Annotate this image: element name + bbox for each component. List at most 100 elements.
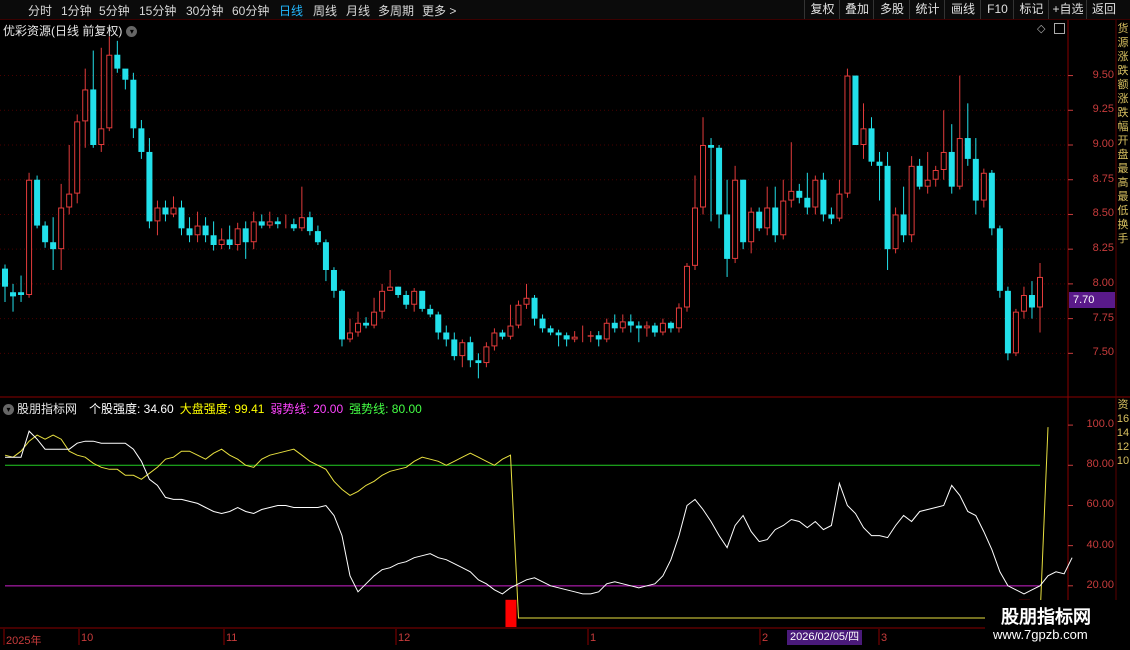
candle-body-down bbox=[242, 228, 249, 243]
candle-body-down bbox=[916, 165, 923, 187]
candle-body-down bbox=[948, 151, 955, 187]
candle-body-up bbox=[940, 151, 947, 170]
indicator-value: 大盘强度: 99.41 bbox=[179, 402, 265, 416]
market-strength-line bbox=[4, 427, 1049, 619]
toolbar-button[interactable]: 标记 bbox=[1013, 0, 1049, 19]
candle-body-up bbox=[1020, 295, 1027, 312]
candle-body-down bbox=[322, 242, 329, 270]
candle-body-down bbox=[475, 360, 482, 364]
toolbar-button[interactable]: 复权 bbox=[804, 0, 840, 19]
candle-body-down bbox=[467, 342, 474, 361]
indicator-name: 股朋指标网 bbox=[17, 402, 78, 416]
toolbar-button[interactable]: 返回 bbox=[1086, 0, 1121, 19]
candle-body-up bbox=[483, 346, 490, 364]
timeframe-tab[interactable]: 5分钟 bbox=[99, 2, 130, 19]
timeframe-tab[interactable]: 60分钟 bbox=[232, 2, 269, 19]
candle-body-up bbox=[603, 322, 610, 340]
watermark-title: 股朋指标网 bbox=[1001, 607, 1091, 627]
toolbar-button[interactable]: 统计 bbox=[909, 0, 945, 19]
candle-body-down bbox=[443, 332, 450, 340]
candle-body-up bbox=[66, 193, 73, 208]
date-label: 3 bbox=[881, 632, 888, 644]
timeframe-tab[interactable]: 15分钟 bbox=[139, 2, 176, 19]
candle-body-up bbox=[788, 190, 795, 201]
main-chart-title: 优彩资源(日线 前复权) ▾ bbox=[3, 22, 138, 39]
candle-body-up bbox=[675, 307, 682, 329]
candle-body-up bbox=[659, 322, 666, 333]
timeframe-tab[interactable]: 日线 bbox=[279, 2, 303, 19]
timeframe-tab[interactable]: 多周期 bbox=[378, 2, 414, 19]
candle-body-up bbox=[764, 207, 771, 229]
candle-body-up bbox=[683, 265, 690, 308]
timeframe-tab[interactable]: 月线 bbox=[346, 2, 370, 19]
price-tick-label: 7.50 bbox=[1092, 346, 1114, 359]
candle-body-up bbox=[387, 286, 394, 291]
candle-body-down bbox=[138, 128, 145, 152]
expand-icon[interactable] bbox=[1054, 23, 1065, 34]
toolbar-button[interactable]: +自选 bbox=[1048, 0, 1087, 19]
candle-body-up bbox=[371, 311, 378, 326]
toolbar-button[interactable]: 多股 bbox=[873, 0, 910, 19]
candle-body-down bbox=[651, 325, 658, 333]
candle-body-down bbox=[435, 314, 442, 333]
candle-body-down bbox=[499, 332, 506, 337]
candle-body-up bbox=[956, 138, 963, 187]
timeframe-tab[interactable]: 分时 bbox=[28, 2, 52, 19]
candle-body-up bbox=[459, 342, 466, 357]
indicator-tick-label: 100.0 bbox=[1086, 418, 1114, 431]
candle-body-up bbox=[234, 228, 241, 245]
candle-body-up bbox=[924, 179, 931, 187]
right-edge-text-top: 货 源 涨 跌 额 涨 跌 幅 开 盘 最 高 最 低 换 手 bbox=[1117, 23, 1129, 245]
indicator-title: ▾ 股朋指标网 个股强度: 34.60 大盘强度: 99.41 弱势线: 20.00 强势… bbox=[3, 400, 434, 417]
indicator-tick-label: 80.00 bbox=[1086, 458, 1114, 471]
candle-body-up bbox=[700, 145, 707, 208]
timeframe-tab[interactable]: 30分钟 bbox=[186, 2, 223, 19]
toolbar-button[interactable]: F10 bbox=[980, 0, 1014, 19]
timeframe-tab[interactable]: 周线 bbox=[313, 2, 337, 19]
timeframe-tab[interactable]: 更多 > bbox=[422, 2, 456, 19]
candle-body-down bbox=[314, 231, 321, 243]
candle-body-up bbox=[908, 165, 915, 236]
candle-body-up bbox=[411, 290, 418, 305]
price-tick-label: 9.50 bbox=[1092, 68, 1114, 81]
chevron-down-icon[interactable]: ▾ bbox=[3, 404, 14, 416]
candle-body-down bbox=[852, 75, 859, 145]
candle-body-down bbox=[34, 179, 41, 226]
candlestick-chart[interactable] bbox=[0, 0, 1130, 650]
candle-body-down bbox=[555, 332, 562, 336]
toolbar-button[interactable]: 画线 bbox=[944, 0, 981, 19]
candle-body-down bbox=[403, 295, 410, 305]
candle-body-up bbox=[26, 179, 33, 296]
candle-body-down bbox=[427, 308, 434, 315]
candle-body-down bbox=[162, 207, 169, 215]
date-label: 11 bbox=[226, 632, 238, 644]
candle-body-down bbox=[186, 228, 193, 236]
candle-body-down bbox=[50, 242, 57, 250]
candle-body-up bbox=[194, 225, 201, 236]
chevron-down-icon[interactable]: ▾ bbox=[126, 26, 138, 38]
timeframe-tab[interactable]: 1分钟 bbox=[61, 2, 92, 19]
candle-body-down bbox=[804, 197, 811, 208]
candle-body-up bbox=[1012, 311, 1019, 354]
candle-body-up bbox=[571, 336, 578, 340]
candle-body-down bbox=[122, 68, 129, 80]
candle-body-up bbox=[82, 89, 89, 122]
candle-body-down bbox=[667, 322, 674, 329]
candle-body-up bbox=[836, 193, 843, 219]
toolbar-button[interactable]: 叠加 bbox=[839, 0, 874, 19]
candle-body-down bbox=[306, 217, 313, 232]
candle-body-down bbox=[964, 138, 971, 159]
candle-body-down bbox=[130, 79, 137, 129]
candle-body-up bbox=[780, 200, 787, 236]
right-edge-text-bottom: 资 16 14 12 10 bbox=[1116, 399, 1130, 467]
candle-body-up bbox=[643, 325, 650, 329]
candle-body-down bbox=[740, 179, 747, 243]
diamond-icon[interactable]: ◇ bbox=[1037, 22, 1045, 35]
candle-body-down bbox=[531, 297, 538, 319]
candle-body-up bbox=[298, 217, 305, 229]
indicator-tick-label: 20.00 bbox=[1086, 578, 1114, 591]
candle-body-up bbox=[523, 297, 530, 305]
candle-body-up bbox=[218, 239, 225, 245]
price-tick-label: 9.25 bbox=[1092, 103, 1114, 116]
candle-body-down bbox=[563, 335, 570, 340]
